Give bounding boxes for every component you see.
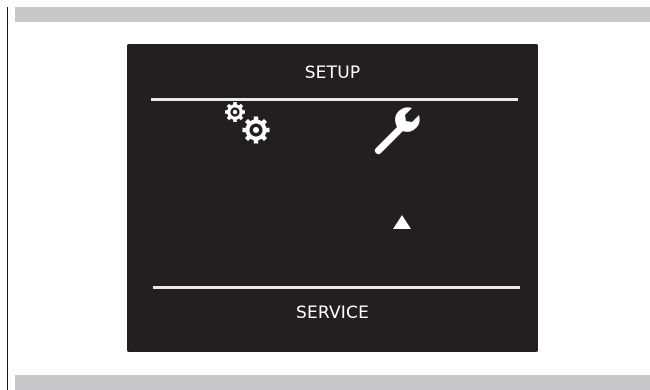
footer-divider [153,286,520,289]
gears-icon[interactable] [219,98,279,154]
menu-title: SETUP [304,63,361,83]
page: SETUP SERVICE [0,0,650,390]
left-frame-rule [7,7,8,390]
menu-footer-label: SERVICE [295,303,370,323]
title-divider [151,98,518,101]
bottom-frame-bar [15,375,650,390]
wrench-icon[interactable] [370,104,422,156]
setup-menu-screen: SETUP SERVICE [127,44,538,352]
selection-indicator-icon [393,215,411,229]
top-frame-bar [15,7,650,22]
